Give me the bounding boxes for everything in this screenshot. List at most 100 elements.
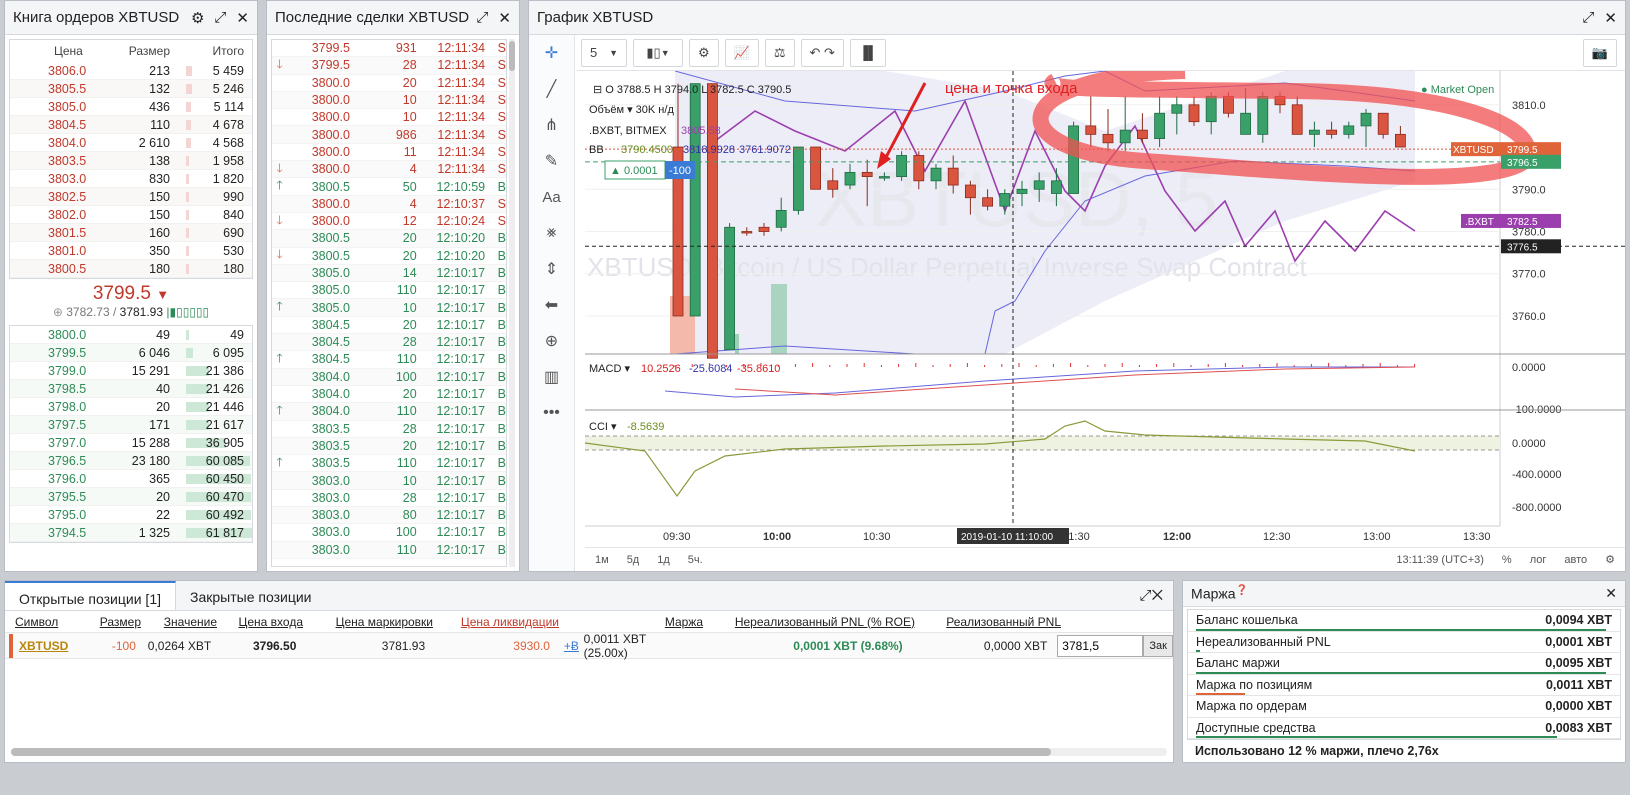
col-mark-price[interactable]: Цена маркировки <box>303 615 433 629</box>
bid-row[interactable]: 3794.5 1 325 61 817 <box>10 524 252 542</box>
bid-row[interactable]: 3800.0 49 49 <box>10 326 252 344</box>
crosshair-icon[interactable]: ✛ <box>529 35 574 71</box>
indicators-icon[interactable]: 📈 <box>724 38 759 67</box>
ask-row[interactable]: 3801.5 160 690 <box>10 224 252 242</box>
scale-auto[interactable]: авто <box>1564 554 1587 566</box>
expand-icon[interactable]: ⤢ <box>1140 587 1152 604</box>
range-1d[interactable]: 1д <box>657 554 670 566</box>
col-margin[interactable]: Маржа <box>559 615 703 629</box>
trades-scrollbar[interactable] <box>509 39 515 567</box>
compare-icon[interactable]: ⚖ <box>764 38 795 67</box>
trendline-icon[interactable]: ╱ <box>529 71 574 107</box>
ask-row[interactable]: 3801.0 350 530 <box>10 242 252 260</box>
close-icon[interactable]: ✕ <box>236 9 249 27</box>
bid-row[interactable]: 3796.0 365 60 450 <box>10 470 252 488</box>
pitchfork-icon[interactable]: ⋔ <box>529 107 574 143</box>
positions-hscrollbar[interactable] <box>11 748 1167 756</box>
trade-price: 3803.0 <box>311 508 350 523</box>
col-symbol[interactable]: Символ <box>15 615 77 629</box>
scale-percent[interactable]: % <box>1502 554 1512 566</box>
close-icon[interactable]: ✕ <box>1152 587 1163 604</box>
bid-row[interactable]: 3795.5 20 60 470 <box>10 488 252 506</box>
range-1m[interactable]: 1м <box>595 554 609 566</box>
measure-icon[interactable]: ⇕ <box>529 251 574 287</box>
col-liq-price[interactable]: Цена ликвидации <box>433 615 559 629</box>
expand-icon[interactable]: ⤢ <box>1582 9 1594 26</box>
expand-icon[interactable]: ⤢ <box>214 9 226 26</box>
ruler-icon[interactable]: ▥ <box>529 359 574 395</box>
scale-log[interactable]: лог <box>1530 554 1547 566</box>
bid-row[interactable]: 3797.5 171 21 617 <box>10 416 252 434</box>
text-icon[interactable]: Aa <box>529 179 574 215</box>
range-5d[interactable]: 5д <box>627 554 640 566</box>
ask-row[interactable]: 3804.5 110 4 678 <box>10 116 252 134</box>
xbtusd-tag-label: XBTUSD <box>1453 145 1494 156</box>
candle-body <box>1068 125 1080 194</box>
zoom-icon[interactable]: ⊕ <box>529 323 574 359</box>
close-icon[interactable]: ✕ <box>1604 9 1617 27</box>
close-price-input[interactable] <box>1057 634 1144 657</box>
brush-icon[interactable]: ✎ <box>529 143 574 179</box>
trade-time: 12:10:17 <box>436 300 486 315</box>
more-icon[interactable]: ••• <box>529 395 574 431</box>
ask-row[interactable]: 3806.0 213 5 459 <box>10 62 252 80</box>
ask-row[interactable]: 3802.5 150 990 <box>10 188 252 206</box>
ask-row[interactable]: 3805.0 436 5 114 <box>10 98 252 116</box>
bid-row[interactable]: 3799.0 15 291 21 386 <box>10 362 252 380</box>
camera-icon[interactable]: 📷 <box>1582 38 1617 67</box>
ask-row[interactable]: 3802.0 150 840 <box>10 206 252 224</box>
bid-row[interactable]: 3798.0 20 21 446 <box>10 398 252 416</box>
settings-icon[interactable]: ⚙ <box>689 38 719 67</box>
trade-time: 12:11:34 <box>437 162 486 177</box>
margin-row: Нереализованный PNL 0,0001 XBT <box>1188 632 1620 653</box>
price-chart[interactable]: XBTUSD, 5XBTUSD: Bitcoin / US Dollar Per… <box>585 71 1626 547</box>
bid-row[interactable]: 3796.5 23 180 60 085 <box>10 452 252 470</box>
chart-bottom-bar: 1м 5д 1д 5ч. 13:11:39 (UTC+3) % лог авто… <box>585 547 1625 571</box>
tab-open-positions[interactable]: Открытые позиции [1] <box>5 581 176 610</box>
candle-body <box>792 146 804 211</box>
total-cell: 21 617 <box>170 418 244 432</box>
gear-icon[interactable]: ⚙ <box>1605 553 1615 566</box>
expand-icon[interactable]: ⤢ <box>476 9 488 26</box>
trade-size: 10 <box>402 110 417 125</box>
help-icon[interactable]: ❓ <box>1236 585 1248 596</box>
col-size[interactable]: Размер <box>77 615 141 629</box>
bid-row[interactable]: 3797.0 15 288 36 905 <box>10 434 252 452</box>
bid-row[interactable]: 3798.5 40 21 426 <box>10 380 252 398</box>
col-realised-pnl[interactable]: Реализованный PNL <box>915 615 1061 629</box>
total-cell: 1 820 <box>170 172 244 186</box>
trade-side: B <box>497 456 507 471</box>
price-cell: 3796.0 <box>48 471 87 486</box>
trade-time: 12:11:34 <box>437 127 486 142</box>
bid-row[interactable]: 3799.5 6 046 6 095 <box>10 344 252 362</box>
tab-closed-positions[interactable]: Закрытые позиции <box>176 581 325 610</box>
trade-time: 12:10:17 <box>436 404 486 419</box>
ask-row[interactable]: 3804.0 2 610 4 568 <box>10 134 252 152</box>
bars-icon[interactable]: ▐▌ <box>849 38 887 67</box>
bid-row[interactable]: 3795.0 22 60 492 <box>10 506 252 524</box>
undo-redo-icon[interactable]: ↶ ↷ <box>800 38 844 67</box>
col-unrealised-pnl[interactable]: Нереализованный PNL (% ROE) <box>703 615 915 629</box>
margin-label: Доступные средства <box>1196 720 1316 735</box>
close-icon[interactable]: ✕ <box>498 9 511 27</box>
pattern-icon[interactable]: ⨳ <box>529 215 574 251</box>
range-5h[interactable]: 5ч. <box>688 554 703 566</box>
ask-row[interactable]: 3803.0 830 1 820 <box>10 170 252 188</box>
add-margin-button[interactable]: +Ƀ <box>564 639 584 653</box>
trade-size: 110 <box>396 352 417 367</box>
close-icon[interactable]: ✕ <box>1605 585 1617 602</box>
close-position-button[interactable]: Зак <box>1143 634 1174 657</box>
col-entry-price[interactable]: Цена входа <box>217 615 303 629</box>
candles-type-button[interactable]: ▮▯ ▼ <box>633 38 683 67</box>
total-cell: 60 450 <box>170 472 251 486</box>
back-arrow-icon[interactable]: ⬅ <box>529 287 574 323</box>
interval-select[interactable]: 5 ▼ <box>581 38 627 67</box>
total-cell: 990 <box>170 190 244 204</box>
ask-row[interactable]: 3803.5 138 1 958 <box>10 152 252 170</box>
gear-icon[interactable]: ⚙ <box>191 9 204 27</box>
price-tick: 3770.0 <box>1512 269 1546 281</box>
position-symbol[interactable]: XBTUSD <box>19 639 73 653</box>
ask-row[interactable]: 3800.5 180 180 <box>10 260 252 278</box>
col-value[interactable]: Значение <box>141 615 217 629</box>
ask-row[interactable]: 3805.5 132 5 246 <box>10 80 252 98</box>
